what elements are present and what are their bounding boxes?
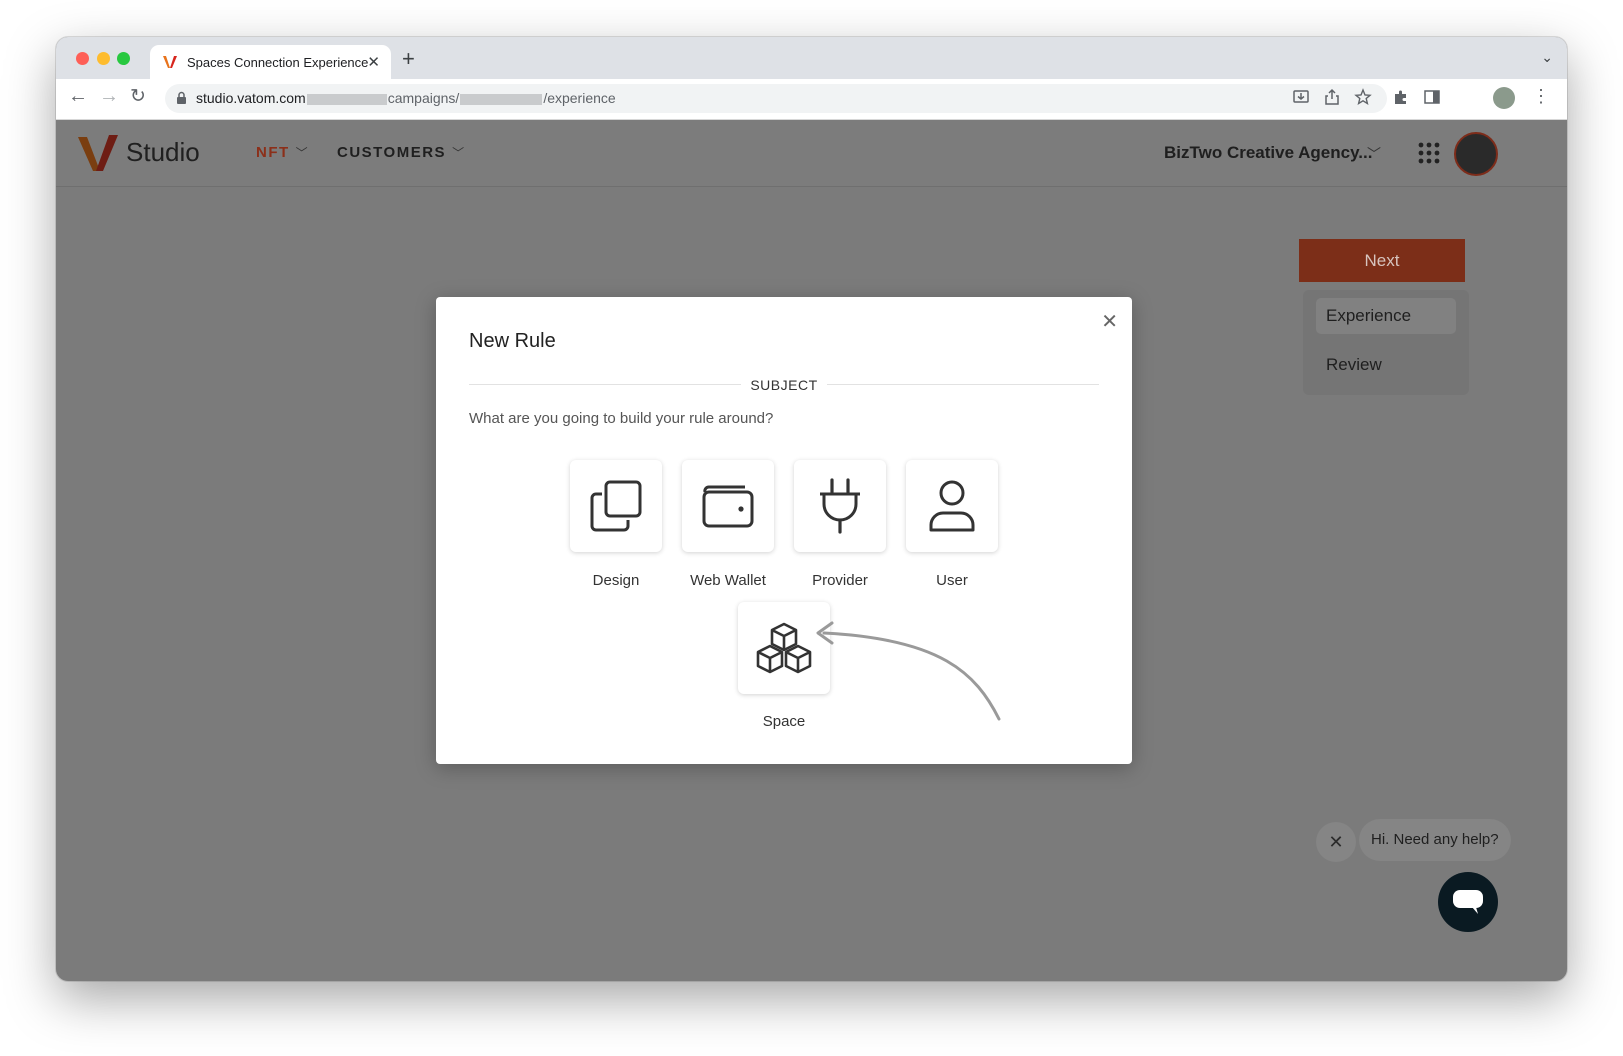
user-avatar[interactable]	[1454, 132, 1498, 176]
dismiss-chat-icon[interactable]: ✕	[1316, 822, 1356, 862]
user-label: User	[936, 572, 968, 589]
reload-icon[interactable]: ↻	[130, 85, 146, 108]
url-host: studio.vatom.com	[196, 90, 306, 106]
app-header: Studio NFT ﹀ CUSTOMERS ﹀ BizTwo Creative A…	[56, 120, 1567, 187]
browser-tab[interactable]: Spaces Connection Experience ✕	[150, 45, 391, 79]
modal-title: New Rule	[469, 330, 556, 352]
url-path: campaigns/	[387, 90, 460, 106]
redacted-segment	[306, 93, 387, 105]
web-wallet-option[interactable]	[682, 460, 774, 552]
copy-icon	[590, 480, 642, 532]
user-icon	[929, 480, 975, 532]
minimize-window-button[interactable]	[97, 52, 110, 65]
step-experience[interactable]: Experience	[1316, 298, 1456, 334]
browser-window: Spaces Connection Experience ✕ + ⌄ ← → ↻…	[56, 37, 1567, 981]
web-wallet-label: Web Wallet	[690, 572, 766, 589]
nav-customers[interactable]: CUSTOMERS ﹀	[337, 144, 466, 161]
tab-search-chevron-icon[interactable]: ⌄	[1541, 49, 1553, 66]
section-label: SUBJECT	[750, 377, 818, 393]
vatom-favicon-icon	[163, 56, 177, 68]
close-window-button[interactable]	[76, 52, 89, 65]
chevron-down-icon[interactable]: ﹀	[1367, 144, 1381, 164]
chevron-down-icon: ﹀	[452, 146, 466, 160]
nav-customers-label: CUSTOMERS	[337, 144, 447, 161]
design-option[interactable]	[570, 460, 662, 552]
steps-panel: Experience Review	[1303, 290, 1469, 395]
wallet-icon	[702, 485, 754, 528]
url-text: studio.vatom.com campaigns/ /experience	[196, 90, 616, 106]
share-icon[interactable]	[1323, 88, 1341, 106]
browser-profile-avatar[interactable]	[1493, 87, 1515, 109]
provider-option[interactable]	[794, 460, 886, 552]
design-label: Design	[592, 572, 640, 589]
install-app-icon[interactable]	[1292, 88, 1310, 106]
logo-text: Studio	[126, 137, 200, 167]
extensions-puzzle-icon[interactable]	[1392, 88, 1410, 106]
url-tail: /experience	[543, 90, 616, 106]
tab-strip: Spaces Connection Experience ✕ + ⌄	[56, 37, 1567, 79]
redacted-segment	[460, 93, 543, 105]
maximize-window-button[interactable]	[117, 52, 130, 65]
new-rule-modal: New Rule ✕ SUBJECT What are you going to…	[436, 297, 1132, 764]
modal-question: What are you going to build your rule ar…	[469, 410, 774, 427]
lock-icon	[177, 91, 186, 104]
close-tab-icon[interactable]: ✕	[367, 53, 380, 71]
forward-icon[interactable]: →	[99, 85, 119, 108]
next-button[interactable]: Next	[1299, 239, 1465, 282]
browser-toolbar: ← → ↻ studio.vatom.com campaigns/ /experie…	[56, 79, 1567, 120]
org-switcher[interactable]: BizTwo Creative Agency...	[1164, 143, 1372, 163]
plug-icon	[820, 478, 860, 534]
side-panel-icon[interactable]	[1423, 88, 1441, 106]
chat-prompt-bubble[interactable]: Hi. Need any help?	[1359, 819, 1511, 861]
user-option[interactable]	[906, 460, 998, 552]
cubes-icon	[756, 622, 812, 674]
chevron-down-icon: ﹀	[295, 146, 310, 160]
vatom-logo-icon	[78, 135, 118, 171]
browser-menu-icon[interactable]: ⋮	[1532, 86, 1550, 107]
close-icon[interactable]: ✕	[1101, 309, 1118, 334]
apps-grid-icon[interactable]	[1418, 142, 1440, 164]
new-tab-icon[interactable]: +	[402, 46, 415, 72]
step-review[interactable]: Review	[1316, 347, 1456, 383]
tab-title: Spaces Connection Experience	[187, 55, 369, 70]
provider-label: Provider	[812, 572, 868, 589]
nav-nft[interactable]: NFT ﹀	[256, 144, 309, 161]
back-icon[interactable]: ←	[68, 85, 88, 108]
nav-nft-label: NFT	[256, 144, 290, 161]
chat-launcher-button[interactable]	[1438, 872, 1498, 932]
address-bar[interactable]: studio.vatom.com campaigns/ /experience	[165, 84, 1387, 113]
bookmark-star-icon[interactable]	[1354, 88, 1372, 106]
pointer-arrow-icon	[816, 621, 1001, 721]
chat-bubble-icon	[1453, 890, 1483, 914]
